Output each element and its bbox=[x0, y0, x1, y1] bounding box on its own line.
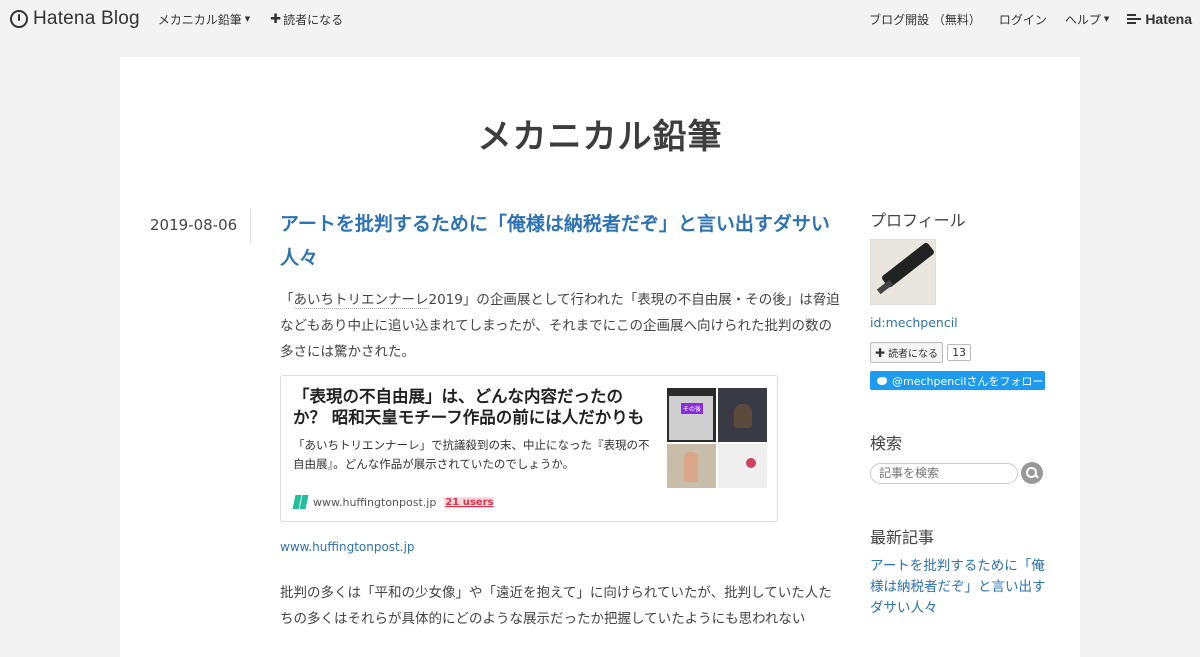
reader-count[interactable]: 13 bbox=[947, 344, 972, 361]
caret-down-icon: ▼ bbox=[244, 15, 251, 23]
entry-paragraph: 「あいちトリエンナーレ2019」の企画展として行われた「表現の不自由展・その後」… bbox=[280, 287, 845, 365]
help-dropdown[interactable]: ヘルプ ▼ bbox=[1065, 11, 1109, 28]
embed-card[interactable]: 「表現の不自由展」は、どんな内容だったのか？ 昭和天皇モチーフ作品の前には人だか… bbox=[280, 375, 778, 522]
hatena-brand-icon bbox=[1127, 14, 1142, 24]
blog-title[interactable]: メカニカル鉛筆 bbox=[120, 109, 1080, 158]
twitter-bird-icon bbox=[876, 376, 888, 386]
entry-text: 「 bbox=[280, 292, 294, 308]
twitter-follow-label: @mechpencilさんをフォロー bbox=[892, 374, 1044, 388]
search-icon[interactable] bbox=[1021, 462, 1043, 484]
search-input[interactable] bbox=[870, 462, 1018, 484]
thumbnail-image bbox=[718, 444, 767, 488]
profile-avatar[interactable] bbox=[870, 239, 936, 305]
caret-down-icon: ▼ bbox=[1103, 15, 1110, 23]
source-link[interactable]: www.huffingtonpost.jp bbox=[280, 540, 845, 554]
keyword-link[interactable]: あいちトリエンナーレ bbox=[293, 292, 429, 309]
thumbnail-image bbox=[667, 444, 716, 488]
twitter-follow-button[interactable]: @mechpencilさんをフォロー bbox=[870, 371, 1045, 390]
thumbnail-image bbox=[718, 388, 767, 442]
thumbnail-image: その後 bbox=[667, 388, 716, 442]
global-header-left: Hatena Blog メカニカル鉛筆 ▼ ✚ 読者になる bbox=[10, 0, 363, 38]
embed-card-thumbnails[interactable]: その後 bbox=[667, 388, 767, 488]
search-heading: 検索 bbox=[870, 434, 903, 453]
hatena-blog-logo-text: Hatena Blog bbox=[33, 8, 140, 29]
search-row bbox=[870, 462, 1050, 484]
thumbnail-tag: その後 bbox=[681, 403, 704, 414]
profile-heading: プロフィール bbox=[870, 211, 966, 230]
subscribe-button[interactable]: ✚ 読者になる bbox=[870, 342, 944, 363]
global-header: Hatena Blog メカニカル鉛筆 ▼ ✚ 読者になる ブログ開設 （無料）… bbox=[0, 0, 1200, 38]
hatena-brand-text: Hatena bbox=[1145, 11, 1192, 27]
huffpost-favicon-icon bbox=[292, 495, 309, 509]
embed-card-footer: www.huffingtonpost.jp 21 users bbox=[292, 495, 495, 509]
sidebar: プロフィール id:mechpencil ✚ 読者になる 13 @mechpen… bbox=[870, 207, 1050, 619]
open-blog-link[interactable]: ブログ開設 （無料） bbox=[869, 11, 981, 28]
hatena-brand-logo[interactable]: Hatena bbox=[1127, 11, 1192, 27]
embed-card-domain[interactable]: www.huffingtonpost.jp bbox=[313, 496, 436, 509]
plus-icon: ✚ bbox=[875, 345, 886, 360]
entry-date[interactable]: 2019-08-06 bbox=[150, 216, 237, 234]
subscribe-button-label: 読者になる bbox=[888, 349, 939, 360]
help-label: ヘルプ bbox=[1064, 12, 1101, 27]
hatena-blog-logo[interactable]: Hatena Blog bbox=[10, 8, 140, 30]
recent-entry-link[interactable]: アートを批判するために「俺様は納税者だぞ」と言い出すダサい人々 bbox=[870, 556, 1050, 619]
blog-container: メカニカル鉛筆 2019-08-06 アートを批判するために「俺様は納税者だぞ」… bbox=[120, 57, 1080, 657]
embed-card-title[interactable]: 「表現の不自由展」は、どんな内容だったのか？ 昭和天皇モチーフ作品の前には人だか… bbox=[293, 386, 653, 428]
date-divider bbox=[250, 209, 251, 243]
subscribe-link[interactable]: ✚ 読者になる bbox=[270, 11, 343, 28]
login-label: ログイン bbox=[998, 12, 1047, 27]
hatena-blog-logo-icon bbox=[10, 10, 28, 28]
entry-paragraph: 批判の多くは「平和の少女像」や「遠近を抱えて」に向けられていたが、批判していた人… bbox=[280, 585, 832, 627]
bookmark-users-badge[interactable]: 21 users bbox=[444, 496, 495, 508]
entry-title[interactable]: アートを批判するために「俺様は納税者だぞ」と言い出すダサい人々 bbox=[280, 207, 845, 275]
open-blog-label: ブログ開設 （無料） bbox=[869, 12, 981, 27]
blog-menu-dropdown[interactable]: メカニカル鉛筆 ▼ bbox=[158, 11, 250, 28]
global-header-right: ブログ開設 （無料） ログイン ヘルプ ▼ Hatena bbox=[869, 0, 1192, 38]
blog-menu-label: メカニカル鉛筆 bbox=[157, 12, 242, 27]
subscribe-label: 読者になる bbox=[283, 12, 344, 27]
recent-heading: 最新記事 bbox=[870, 528, 935, 547]
entry: アートを批判するために「俺様は納税者だぞ」と言い出すダサい人々 「あいちトリエン… bbox=[280, 207, 845, 632]
plus-icon: ✚ bbox=[270, 11, 282, 27]
embed-card-description: 「あいちトリエンナーレ」で抗議殺到の末、中止になった『表現の不自由展』。どんな作… bbox=[293, 438, 650, 471]
profile-id-link[interactable]: id:mechpencil bbox=[870, 315, 1050, 330]
login-link[interactable]: ログイン bbox=[999, 11, 1047, 28]
reader-row: ✚ 読者になる 13 bbox=[870, 342, 1050, 363]
